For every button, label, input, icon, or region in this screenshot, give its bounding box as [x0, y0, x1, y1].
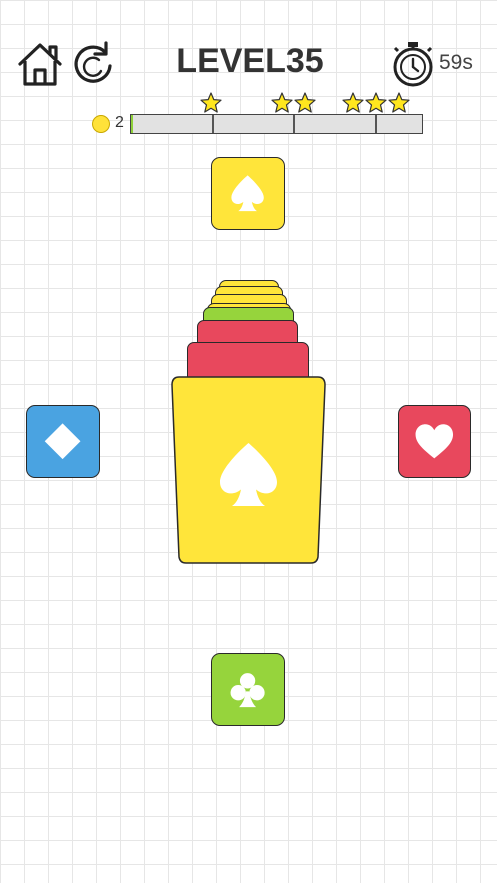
star-icon — [271, 92, 293, 114]
star-icon — [387, 92, 410, 114]
home-button[interactable] — [15, 40, 65, 88]
progress-bar — [130, 114, 423, 134]
heart-icon — [415, 424, 454, 459]
club-icon — [230, 673, 266, 708]
progress-fill — [131, 115, 133, 133]
star-icon — [199, 92, 222, 114]
target-card-diamond[interactable] — [26, 405, 100, 478]
main-card-spade[interactable] — [171, 375, 326, 565]
level-title: LEVEL35 — [176, 42, 324, 80]
star-icon — [294, 92, 316, 114]
spade-icon — [231, 175, 265, 212]
star-icon — [364, 92, 387, 114]
coin-icon — [92, 115, 110, 133]
milestone-tick — [212, 115, 214, 133]
timer-text: 59s — [439, 51, 473, 74]
stopwatch-icon — [390, 38, 436, 88]
restart-icon — [74, 41, 112, 83]
milestone-tick — [293, 115, 295, 133]
diamond-icon — [45, 423, 81, 460]
home-icon — [18, 43, 62, 86]
coin-count: 2 — [115, 114, 124, 131]
star-icon — [341, 92, 364, 114]
milestone-tick — [375, 115, 377, 133]
target-card-club[interactable] — [211, 653, 285, 726]
target-card-heart[interactable] — [398, 405, 471, 478]
target-card-spade[interactable] — [211, 157, 285, 230]
restart-button[interactable] — [70, 38, 116, 88]
